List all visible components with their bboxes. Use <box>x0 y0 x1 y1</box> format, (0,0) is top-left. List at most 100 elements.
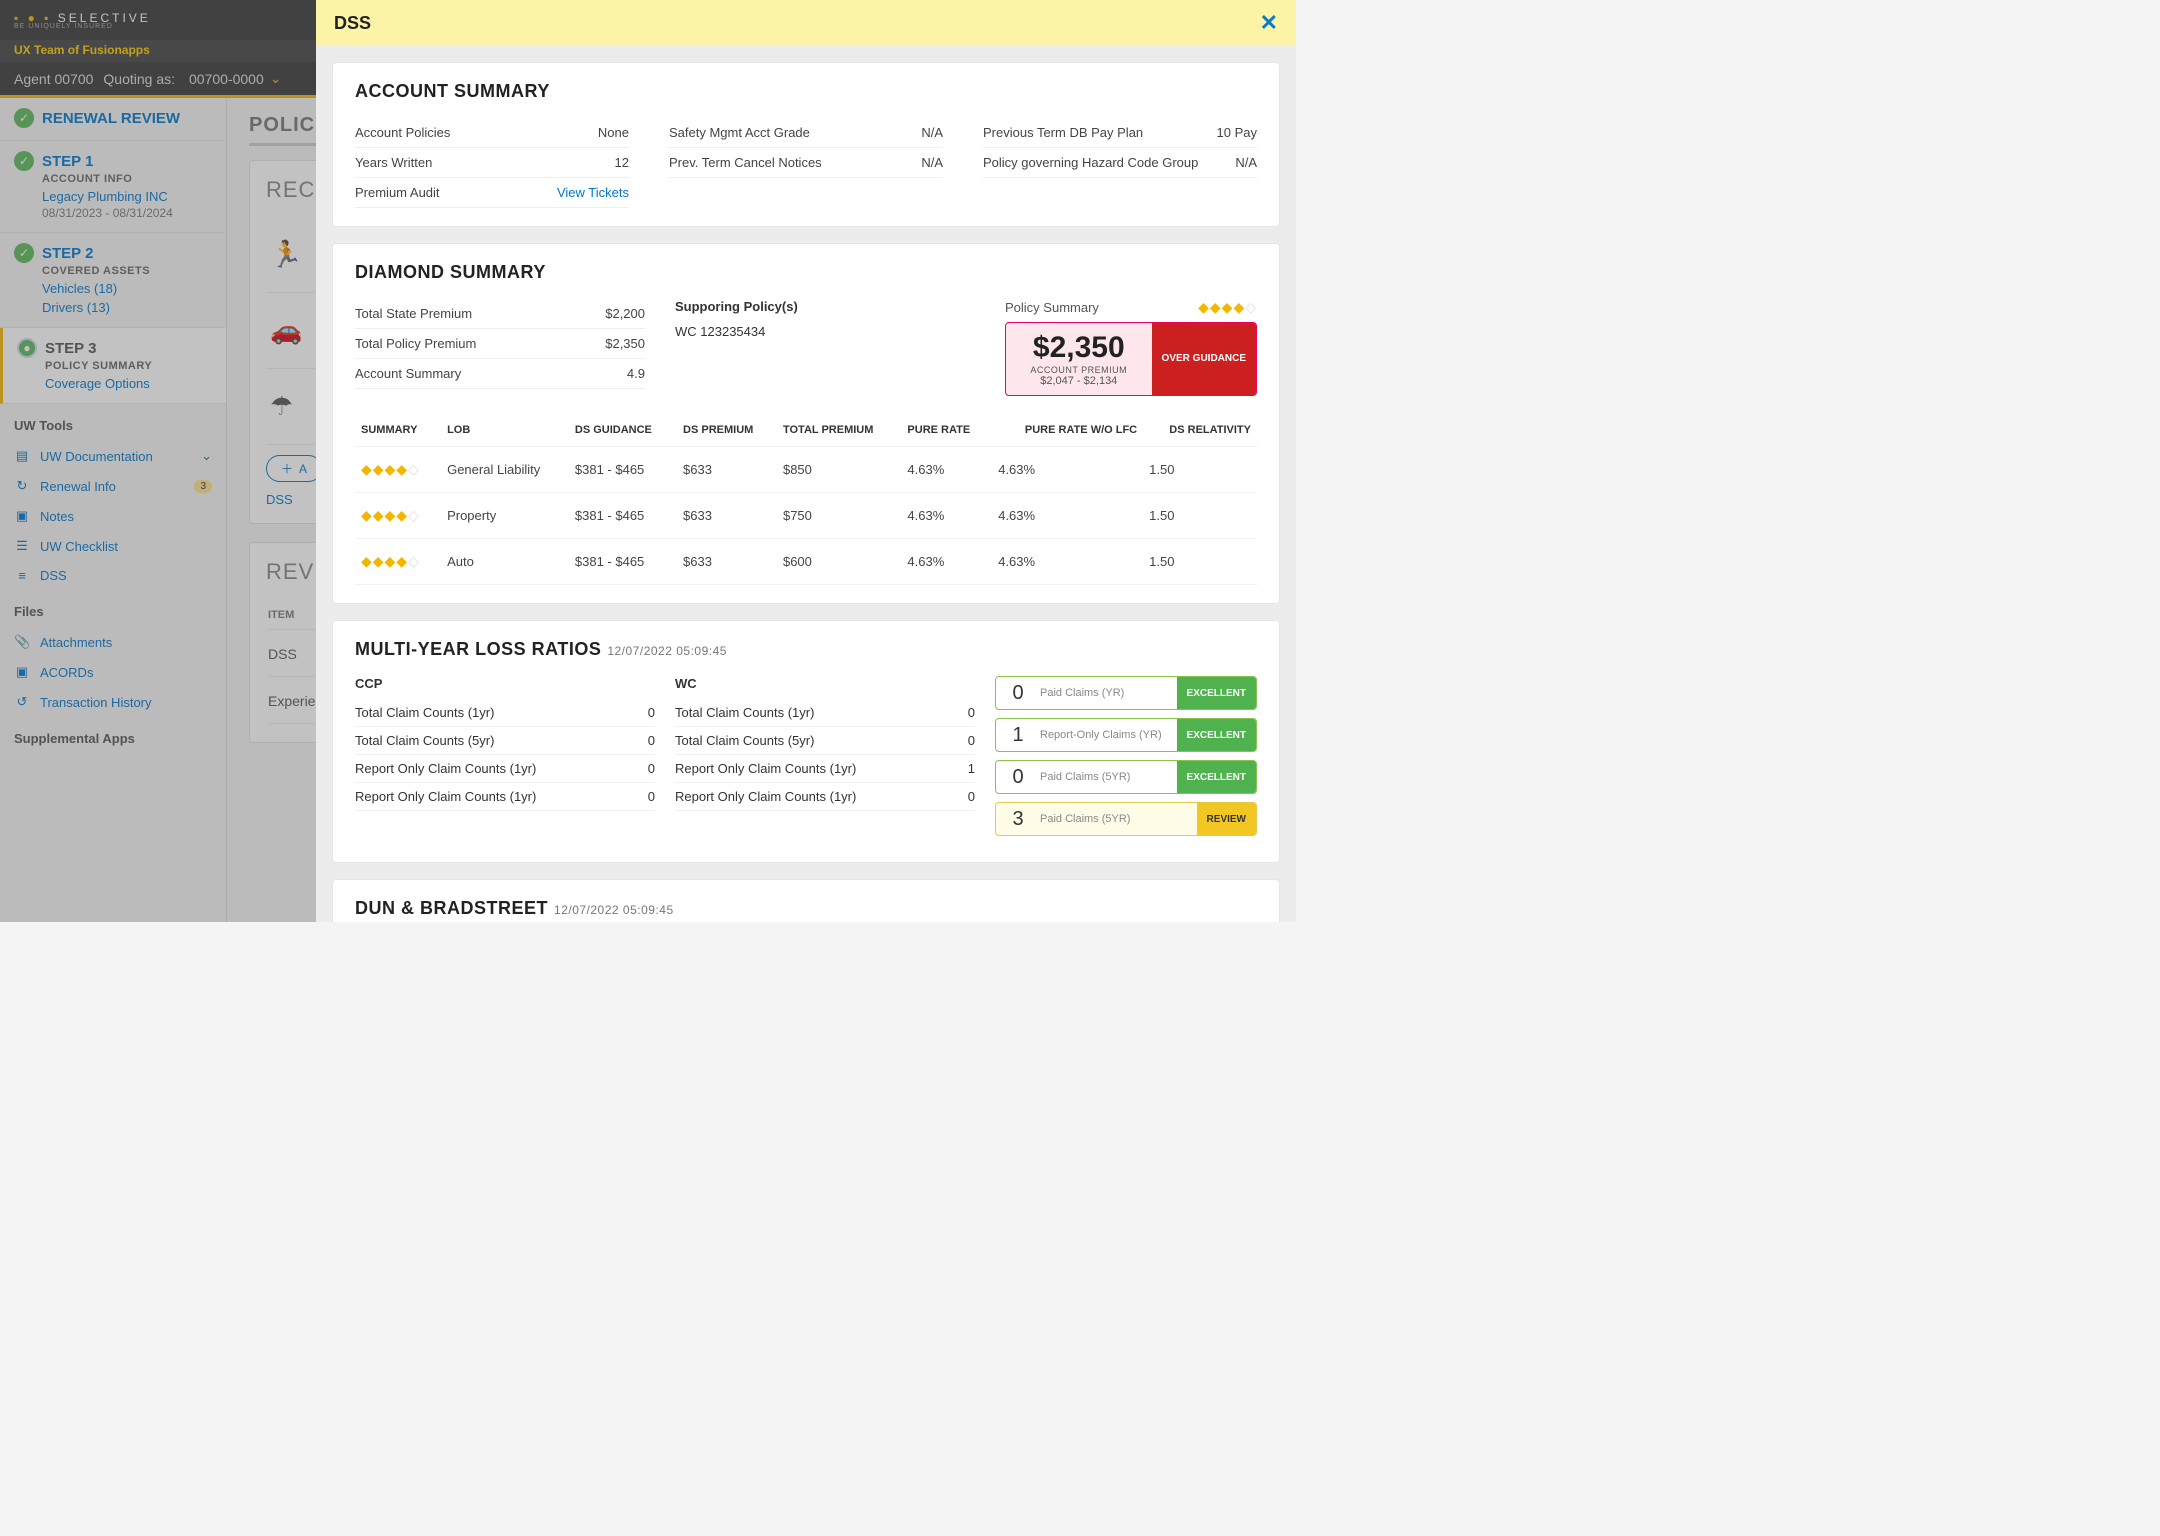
stat-number: 0 <box>996 766 1040 789</box>
step2-sub: COVERED ASSETS <box>42 265 212 277</box>
step3-coverage-link[interactable]: Coverage Options <box>45 376 212 391</box>
step1-dates: 08/31/2023 - 08/31/2024 <box>42 206 212 220</box>
stat-label: Paid Claims (5YR) <box>1040 813 1197 825</box>
step1-account-link[interactable]: Legacy Plumbing INC <box>42 189 212 204</box>
diamond-rating-icon: ◆◆◆◆◇ <box>361 507 420 523</box>
sidebar: ✓ RENEWAL REVIEW ✓STEP 1 ACCOUNT INFO Le… <box>0 98 227 922</box>
view-tickets-link[interactable]: View Tickets <box>557 185 629 200</box>
attachments-label: Attachments <box>40 635 112 650</box>
list-icon: ≡ <box>14 568 30 583</box>
note-icon: ▣ <box>14 508 30 524</box>
dnb-panel: DUN & BRADSTREET12/07/2022 05:09:45 Payd… <box>332 879 1280 922</box>
kv-row: Prev. Term Cancel NoticesN/A <box>669 148 943 178</box>
kv-row: Total Claim Counts (1yr)0 <box>355 699 655 727</box>
kv-row: Total Policy Premium$2,350 <box>355 329 645 359</box>
slip-icon: 🏃 <box>270 239 302 270</box>
modal-header: DSS ✕ <box>316 0 1296 46</box>
supporting-value: WC 123235434 <box>675 324 975 339</box>
step-2[interactable]: ✓STEP 2 COVERED ASSETS Vehicles (18) Dri… <box>0 233 226 328</box>
stat-label: Report-Only Claims (YR) <box>1040 729 1177 741</box>
stat-label: Paid Claims (5YR) <box>1040 771 1177 783</box>
stat-number: 1 <box>996 724 1040 747</box>
stat-label: Paid Claims (YR) <box>1040 687 1177 699</box>
step2-vehicles-link[interactable]: Vehicles (18) <box>42 281 212 296</box>
premium-amount: $2,350 <box>1016 331 1142 365</box>
kv-row: Total State Premium$2,200 <box>355 299 645 329</box>
files-title: Files <box>0 590 226 627</box>
kv-row: Report Only Claim Counts (1yr)0 <box>355 755 655 783</box>
kv-row: Total Claim Counts (1yr)0 <box>675 699 975 727</box>
dss-tab[interactable]: DSS <box>266 492 293 507</box>
chevron-down-icon: ⌄ <box>201 448 212 464</box>
kv-row: Safety Mgmt Acct GradeN/A <box>669 118 943 148</box>
renewal-review-header[interactable]: ✓ RENEWAL REVIEW <box>0 98 226 141</box>
th-total: TOTAL PREMIUM <box>777 414 901 447</box>
uw-documentation-item[interactable]: ▤UW Documentation⌄ <box>0 441 226 471</box>
table-row: ◆◆◆◆◇ Auto$381 - $465$633$6004.63%4.63%1… <box>355 539 1257 585</box>
transaction-history-item[interactable]: ↺Transaction History <box>0 687 226 717</box>
attachments-item[interactable]: 📎Attachments <box>0 627 226 657</box>
diamond-rating-icon: ◆◆◆◆◇ <box>1198 299 1257 316</box>
notes-item[interactable]: ▣Notes <box>0 501 226 531</box>
dss-item[interactable]: ≡DSS <box>0 561 226 590</box>
quoting-as-label: Quoting as: <box>103 71 175 87</box>
stat-tag: REVIEW <box>1197 803 1256 835</box>
table-row: ◆◆◆◆◇ General Liability$381 - $465$633$8… <box>355 447 1257 493</box>
supplemental-apps-title: Supplemental Apps <box>0 717 226 754</box>
diamond-rating-icon: ◆◆◆◆◇ <box>361 461 420 477</box>
agent-label: Agent 00700 <box>14 71 93 87</box>
check-icon: ✓ <box>14 108 34 128</box>
policy-summary-label: Policy Summary <box>1005 300 1099 315</box>
kv-row: Premium AuditView Tickets <box>355 178 629 208</box>
step3-title: STEP 3 <box>45 340 96 357</box>
add-button[interactable]: ＋A <box>266 455 322 482</box>
premium-caption: ACCOUNT PREMIUM <box>1016 365 1142 375</box>
acords-item[interactable]: ▣ACORDs <box>0 657 226 687</box>
th-dspremium: DS PREMIUM <box>677 414 777 447</box>
check-icon: ✓ <box>14 243 34 263</box>
diamond-summary-panel: DIAMOND SUMMARY Total State Premium$2,20… <box>332 243 1280 604</box>
stat-tag: EXCELLENT <box>1177 761 1256 793</box>
transaction-history-label: Transaction History <box>40 695 152 710</box>
table-row: ◆◆◆◆◇ Property$381 - $465$633$7504.63%4.… <box>355 493 1257 539</box>
dnb-timestamp: 12/07/2022 05:09:45 <box>554 903 674 917</box>
umbrella-icon: ☂ <box>270 391 293 422</box>
premium-range: $2,047 - $2,134 <box>1016 375 1142 387</box>
step2-drivers-link[interactable]: Drivers (13) <box>42 300 212 315</box>
quoting-dropdown[interactable]: 00700-0000 ⌄ <box>189 70 281 87</box>
current-step-icon: ● <box>17 338 37 358</box>
kv-row: Total Claim Counts (5yr)0 <box>355 727 655 755</box>
file-icon: ▣ <box>14 664 30 680</box>
premium-box: $2,350 ACCOUNT PREMIUM $2,047 - $2,134 O… <box>1005 322 1257 396</box>
check-icon: ✓ <box>14 151 34 171</box>
step-3[interactable]: ● STEP 3 POLICY SUMMARY Coverage Options <box>0 328 226 404</box>
kv-row: Account Summary4.9 <box>355 359 645 389</box>
loss-timestamp: 12/07/2022 05:09:45 <box>607 644 727 658</box>
step-1[interactable]: ✓STEP 1 ACCOUNT INFO Legacy Plumbing INC… <box>0 141 226 233</box>
loss-title: MULTI-YEAR LOSS RATIOS <box>355 639 601 659</box>
stat-tag: EXCELLENT <box>1177 677 1256 709</box>
wc-title: WC <box>675 676 975 691</box>
uw-checklist-item[interactable]: ☰UW Checklist <box>0 531 226 561</box>
th-pure: PURE RATE <box>901 414 992 447</box>
stat-box: 0 Paid Claims (YR) EXCELLENT <box>995 676 1257 710</box>
stat-box: 1 Report-Only Claims (YR) EXCELLENT <box>995 718 1257 752</box>
step1-title: STEP 1 <box>42 153 93 170</box>
stat-box: 0 Paid Claims (5YR) EXCELLENT <box>995 760 1257 794</box>
uw-tools-title: UW Tools <box>0 404 226 441</box>
plus-icon: ＋ <box>281 460 293 477</box>
over-guidance-flag: OVER GUIDANCE <box>1152 323 1256 395</box>
car-icon: 🚗 <box>270 315 302 346</box>
th-guidance: DS GUIDANCE <box>569 414 677 447</box>
account-summary-panel: ACCOUNT SUMMARY Account PoliciesNone Yea… <box>332 62 1280 227</box>
close-icon[interactable]: ✕ <box>1260 10 1278 36</box>
dss-modal: DSS ✕ ACCOUNT SUMMARY Account PoliciesNo… <box>316 0 1296 922</box>
renewal-title: RENEWAL REVIEW <box>42 110 180 127</box>
step3-sub: POLICY SUMMARY <box>45 360 212 372</box>
th-summary: SUMMARY <box>355 414 441 447</box>
renewal-info-item[interactable]: ↻Renewal Info3 <box>0 471 226 501</box>
th-rel: DS RELATIVITY <box>1143 414 1257 447</box>
supporting-label: Supporing Policy(s) <box>675 299 975 314</box>
kv-row: Account PoliciesNone <box>355 118 629 148</box>
uw-doc-label: UW Documentation <box>40 449 153 464</box>
